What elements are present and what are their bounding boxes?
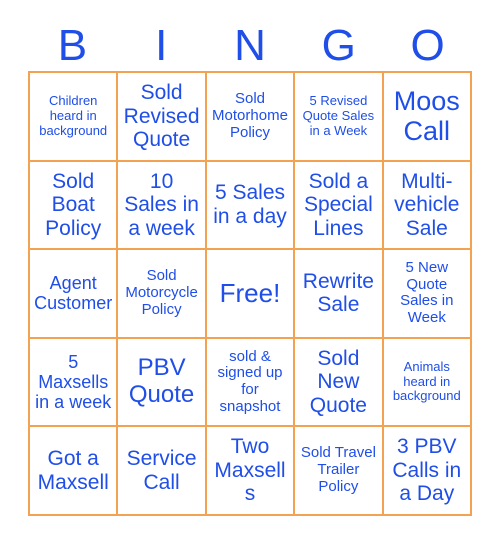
bingo-cell-g2[interactable]: Sold a Special Lines bbox=[295, 161, 384, 251]
bingo-cell-o3[interactable]: 5 New Quote Sales in Week bbox=[383, 250, 472, 339]
bingo-cell-label: Got a Maxsell bbox=[37, 447, 109, 494]
bingo-cell-label: 3 PBV Calls in a Day bbox=[392, 435, 462, 506]
bingo-cell-label: PBV Quote bbox=[128, 354, 195, 409]
bingo-header-letter-o: O bbox=[410, 21, 445, 70]
bingo-header-row: B I N G O bbox=[28, 8, 472, 70]
bingo-cell-b2[interactable]: Sold Boat Policy bbox=[30, 161, 119, 251]
bingo-cell-o4[interactable]: Animals heard in background bbox=[383, 338, 472, 428]
bingo-cell-label: 5 New Quote Sales in Week bbox=[400, 258, 454, 327]
bingo-header-letter-i: I bbox=[155, 21, 168, 70]
bingo-cell-b4[interactable]: 5 Maxsells in a week bbox=[30, 338, 119, 428]
bingo-cell-label: Agent Customer bbox=[34, 273, 113, 314]
bingo-cell-b1[interactable]: Children heard in background bbox=[30, 73, 119, 162]
bingo-cell-g4[interactable]: Sold New Quote bbox=[295, 338, 384, 428]
bingo-cell-label: Children heard in background bbox=[39, 93, 108, 138]
bingo-cell-label: Moos Call bbox=[393, 86, 460, 147]
bingo-cell-label: 5 Sales in a day bbox=[213, 181, 287, 228]
bingo-cell-label: sold & signed up for snapshot bbox=[217, 347, 283, 415]
bingo-cell-o1[interactable]: Moos Call bbox=[383, 73, 472, 162]
bingo-cell-label: Free! bbox=[219, 277, 281, 308]
bingo-cell-i3[interactable]: Sold Motorcycle Policy bbox=[118, 250, 207, 339]
bingo-cell-label: Service Call bbox=[126, 447, 197, 494]
bingo-cell-label: Sold Revised Quote bbox=[123, 81, 200, 152]
bingo-cell-i1[interactable]: Sold Revised Quote bbox=[118, 73, 207, 162]
bingo-cell-g1[interactable]: 5 Revised Quote Sales in a Week bbox=[295, 73, 384, 162]
bingo-header-letter-n: N bbox=[234, 21, 266, 70]
bingo-cell-label: 10 Sales in a week bbox=[124, 169, 199, 240]
bingo-cell-label: Sold New Quote bbox=[309, 346, 367, 417]
bingo-cell-i4[interactable]: PBV Quote bbox=[118, 338, 207, 428]
bingo-cell-label: 5 Maxsells in a week bbox=[35, 351, 112, 413]
bingo-cell-o2[interactable]: Multi-vehicle Sale bbox=[383, 161, 472, 251]
bingo-cell-label: 5 Revised Quote Sales in a Week bbox=[302, 93, 375, 138]
bingo-cell-n2[interactable]: 5 Sales in a day bbox=[206, 161, 296, 251]
bingo-grid: Children heard in background Sold Revise… bbox=[28, 71, 472, 516]
bingo-cell-n4[interactable]: sold & signed up for snapshot bbox=[206, 338, 296, 428]
bingo-card: B I N G O Children heard in background S… bbox=[0, 0, 500, 544]
bingo-cell-i5[interactable]: Service Call bbox=[118, 427, 207, 516]
bingo-cell-b5[interactable]: Got a Maxsell bbox=[30, 427, 119, 516]
bingo-cell-label: Sold Motorcycle Policy bbox=[125, 267, 198, 318]
bingo-cell-g5[interactable]: Sold Travel Trailer Policy bbox=[295, 427, 384, 516]
bingo-header-letter-b: B bbox=[57, 21, 88, 70]
bingo-cell-label: Sold Boat Policy bbox=[45, 169, 102, 240]
bingo-cell-label: Sold Motorhome Policy bbox=[212, 90, 288, 141]
bingo-cell-label: Sold a Special Lines bbox=[303, 169, 373, 240]
bingo-cell-b3[interactable]: Agent Customer bbox=[30, 250, 119, 339]
bingo-cell-label: Animals heard in background bbox=[392, 359, 461, 404]
bingo-cell-o5[interactable]: 3 PBV Calls in a Day bbox=[383, 427, 472, 516]
bingo-cell-label: Two Maxsells bbox=[214, 435, 286, 506]
bingo-header-letter-g: G bbox=[321, 21, 356, 70]
bingo-cell-g3[interactable]: Rewrite Sale bbox=[295, 250, 384, 339]
bingo-cell-free-space[interactable]: Free! bbox=[206, 250, 296, 339]
bingo-cell-n1[interactable]: Sold Motorhome Policy bbox=[206, 73, 296, 162]
bingo-cell-label: Sold Travel Trailer Policy bbox=[300, 444, 376, 496]
bingo-cell-n5[interactable]: Two Maxsells bbox=[206, 427, 296, 516]
bingo-cell-label: Multi-vehicle Sale bbox=[394, 169, 460, 240]
bingo-cell-i2[interactable]: 10 Sales in a week bbox=[118, 161, 207, 251]
bingo-cell-label: Rewrite Sale bbox=[302, 269, 374, 317]
